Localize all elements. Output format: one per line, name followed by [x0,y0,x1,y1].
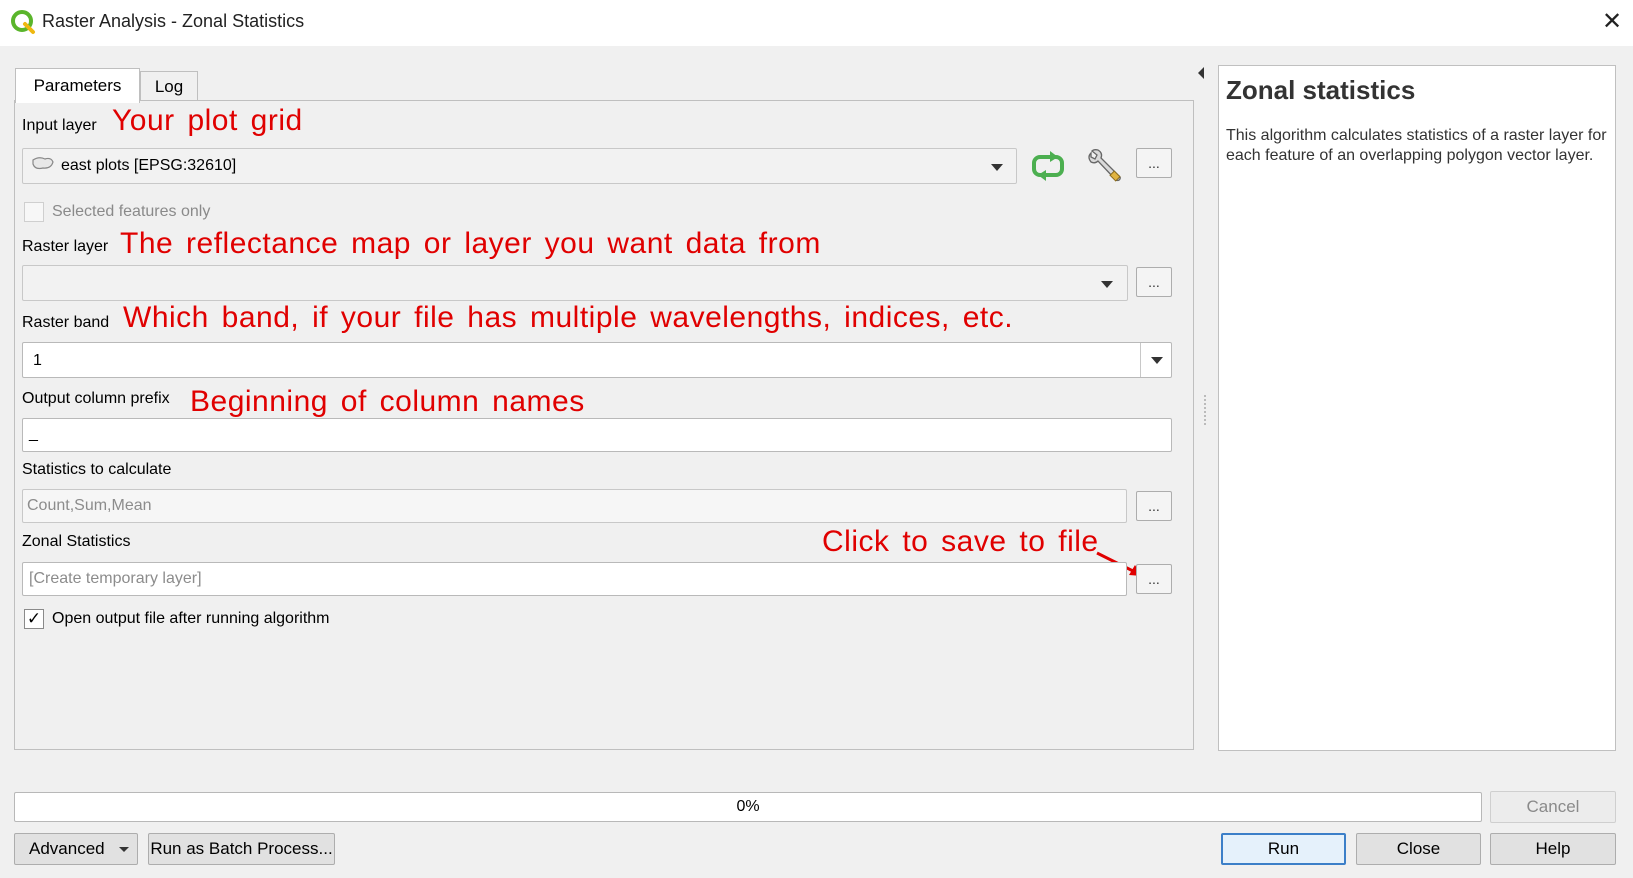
chevron-down-icon [1151,357,1163,364]
chevron-down-icon [991,164,1003,171]
zonal-stats-label: Zonal Statistics [22,533,131,550]
iterate-icon[interactable] [1030,148,1066,184]
help-panel [1218,65,1616,751]
raster-layer-combo[interactable] [22,265,1128,301]
close-window-icon[interactable]: ✕ [1596,6,1628,38]
raster-band-value: 1 [33,352,42,369]
help-title: Zonal statistics [1226,75,1416,105]
advanced-label: Advanced [29,839,105,858]
statistics-options-button[interactable]: ... [1136,491,1172,521]
raster-band-label: Raster band [22,314,110,331]
column-prefix-value: _ [29,425,38,442]
close-button[interactable]: Close [1356,833,1481,865]
raster-layer-annotation: The reflectance map or layer you want da… [120,227,821,260]
run-batch-button[interactable]: Run as Batch Process... [148,833,335,865]
input-layer-annotation: Your plot grid [112,104,303,137]
raster-band-select[interactable]: 1 [22,342,1172,378]
input-layer-label: Input layer [22,117,97,134]
selected-only-checkbox[interactable] [24,202,44,222]
tab-log[interactable]: Log [140,71,198,102]
statistics-label: Statistics to calculate [22,461,172,478]
raster-band-annotation: Which band, if your file has multiple wa… [123,301,1014,334]
column-prefix-label: Output column prefix [22,390,170,407]
select-divider [1140,343,1141,377]
collapse-help-icon[interactable] [1198,67,1204,79]
qgis-logo-icon [10,9,36,35]
input-layer-options-button[interactable]: ... [1136,148,1172,178]
raster-layer-options-button[interactable]: ... [1136,267,1172,297]
zonal-stats-annotation: Click to save to file [822,525,1099,558]
advanced-button[interactable]: Advanced [14,833,138,865]
selected-only-label: Selected features only [52,203,211,220]
splitter-handle[interactable] [1204,395,1206,425]
window-title: Raster Analysis - Zonal Statistics [42,11,305,31]
raster-layer-label: Raster layer [22,238,109,255]
polygon-layer-icon [31,155,55,178]
zonal-stats-save-button[interactable]: ... [1136,564,1172,594]
open-output-checkbox[interactable]: ✓ [24,609,44,629]
cancel-button[interactable]: Cancel [1490,791,1616,823]
help-button[interactable]: Help [1490,833,1616,865]
run-button[interactable]: Run [1221,833,1346,865]
column-prefix-input[interactable]: _ [22,418,1172,452]
wrench-icon[interactable] [1083,147,1123,187]
tab-parameters[interactable]: Parameters [15,68,140,103]
chevron-down-icon [1101,281,1113,288]
input-layer-combo[interactable]: east plots [EPSG:32610] [22,148,1017,184]
chevron-down-icon [119,847,129,852]
progress-bar: 0% [14,792,1482,822]
zonal-stats-output-field[interactable]: [Create temporary layer] [22,562,1127,596]
input-layer-value: east plots [EPSG:32610] [61,157,237,174]
column-prefix-annotation: Beginning of column names [190,385,585,418]
open-output-label: Open output file after running algorithm [52,610,330,627]
statistics-field[interactable]: Count,Sum,Mean [22,489,1127,523]
help-text: This algorithm calculates statistics of … [1226,127,1607,164]
